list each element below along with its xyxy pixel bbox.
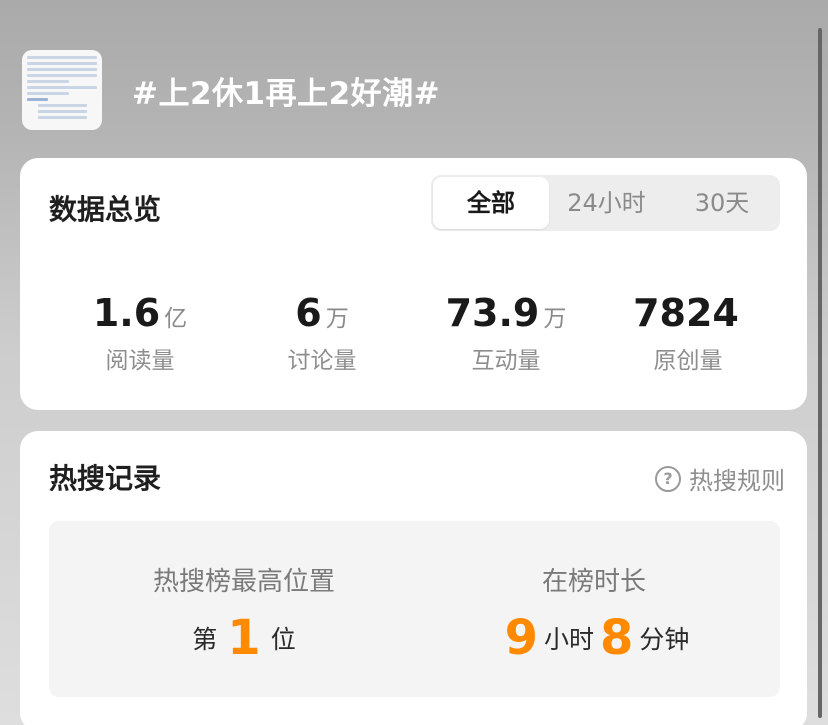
stat-discussions: 6万 讨论量 <box>232 291 412 375</box>
stat-label: 讨论量 <box>287 348 357 374</box>
stat-interactions: 73.9 万 互动量 <box>416 291 596 375</box>
hours-value: 9 <box>504 610 538 666</box>
highest-position: 热搜榜最高位置 第1位 <box>79 561 409 666</box>
tab-all[interactable]: 全部 <box>433 177 549 229</box>
rank-prefix: 第 <box>192 625 218 654</box>
time-range-tabs: 全部 24小时 30天 <box>431 175 780 231</box>
hot-search-rules-link[interactable]: ? 热搜规则 <box>655 461 785 496</box>
hot-search-title: 热搜记录 <box>49 462 162 495</box>
scrollbar[interactable] <box>818 28 822 718</box>
stat-unit: 亿 <box>164 306 188 332</box>
rank-suffix: 位 <box>270 625 296 654</box>
stat-originals: 7824 原创量 <box>598 291 778 375</box>
time-on-list-label: 在榜时长 <box>541 567 646 597</box>
stat-unit: 万 <box>543 306 567 332</box>
topic-thumbnail[interactable] <box>22 50 102 130</box>
rules-label: 热搜规则 <box>689 467 785 495</box>
overview-title: 数据总览 <box>49 193 162 226</box>
minutes-value: 8 <box>600 610 634 666</box>
tab-30d[interactable]: 30天 <box>664 175 780 231</box>
hot-search-panel: 热搜榜最高位置 第1位 在榜时长 9 小时 8 分钟 <box>49 521 780 697</box>
stat-label: 阅读量 <box>105 348 175 374</box>
data-overview-card: 数据总览 全部 24小时 30天 1.6 亿 阅读量 6万 讨论量 73.9 万 互… <box>20 158 807 410</box>
rank-value: 1 <box>227 610 261 666</box>
tab-24h[interactable]: 24小时 <box>549 175 664 231</box>
highest-position-label: 热搜榜最高位置 <box>152 567 335 597</box>
stat-reads: 1.6 亿 阅读量 <box>50 291 230 375</box>
hot-search-card: 热搜记录 ? 热搜规则 热搜榜最高位置 第1位 在榜时长 9 小时 8 分钟 <box>20 431 807 725</box>
stat-unit: 万 <box>325 306 349 332</box>
hours-unit: 小时 <box>543 625 594 654</box>
stat-value: 1.6 <box>92 291 161 335</box>
stat-value: 7824 <box>633 291 739 335</box>
question-circle-icon: ? <box>655 465 681 492</box>
topic-header: #上2休1再上2好潮# <box>22 50 782 132</box>
time-on-list: 在榜时长 9 小时 8 分钟 <box>429 561 759 666</box>
stat-value: 6 <box>295 291 322 335</box>
minutes-unit: 分钟 <box>639 625 690 654</box>
topic-title: #上2休1再上2好潮# <box>132 76 441 112</box>
stat-label: 互动量 <box>471 348 541 374</box>
stat-value: 73.9 <box>445 291 540 335</box>
stat-label: 原创量 <box>653 348 723 374</box>
